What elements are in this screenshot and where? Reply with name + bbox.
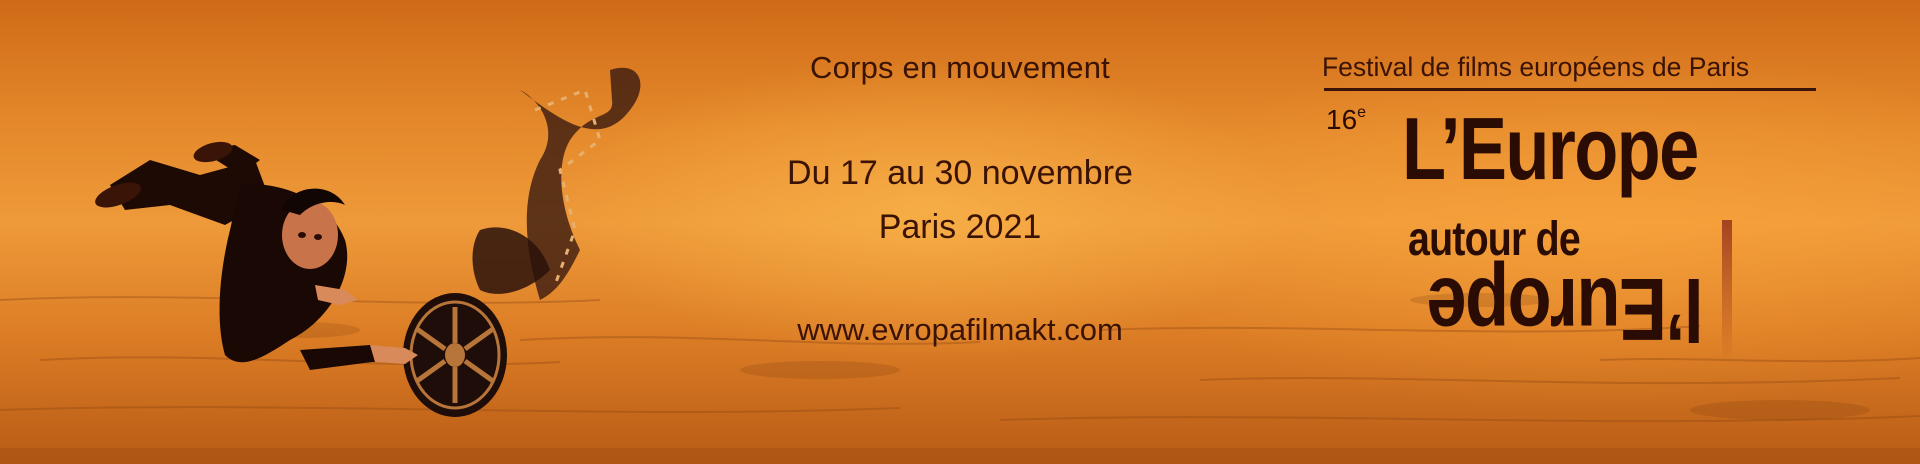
event-dates: Du 17 au 30 novembre [787, 154, 1133, 192]
logo-title-line1: L’Europe [1402, 99, 1699, 198]
festival-name: Festival de films européens de Paris [1322, 52, 1750, 82]
event-city-year: Paris 2021 [878, 208, 1042, 246]
man-figure-icon [95, 141, 418, 370]
website-link[interactable]: www.evropafilmakt.com [700, 312, 1220, 348]
tagline: Corps en mouvement [810, 50, 1110, 85]
film-reel-icon [403, 293, 507, 417]
film-strip-icon [472, 67, 641, 301]
logo-mirrored-europe: l’Europe [1428, 260, 1704, 359]
logo-red-drip [1722, 220, 1732, 360]
logo-title-line2: autour de [1408, 213, 1581, 266]
festival-underline [1324, 88, 1816, 91]
festival-banner: Corps en mouvement Du 17 au 30 novembre … [0, 0, 1920, 464]
edition-suffix: e [1357, 104, 1367, 121]
edition-number-value: 16 [1326, 104, 1358, 135]
edition-number: 16e [1326, 104, 1366, 136]
